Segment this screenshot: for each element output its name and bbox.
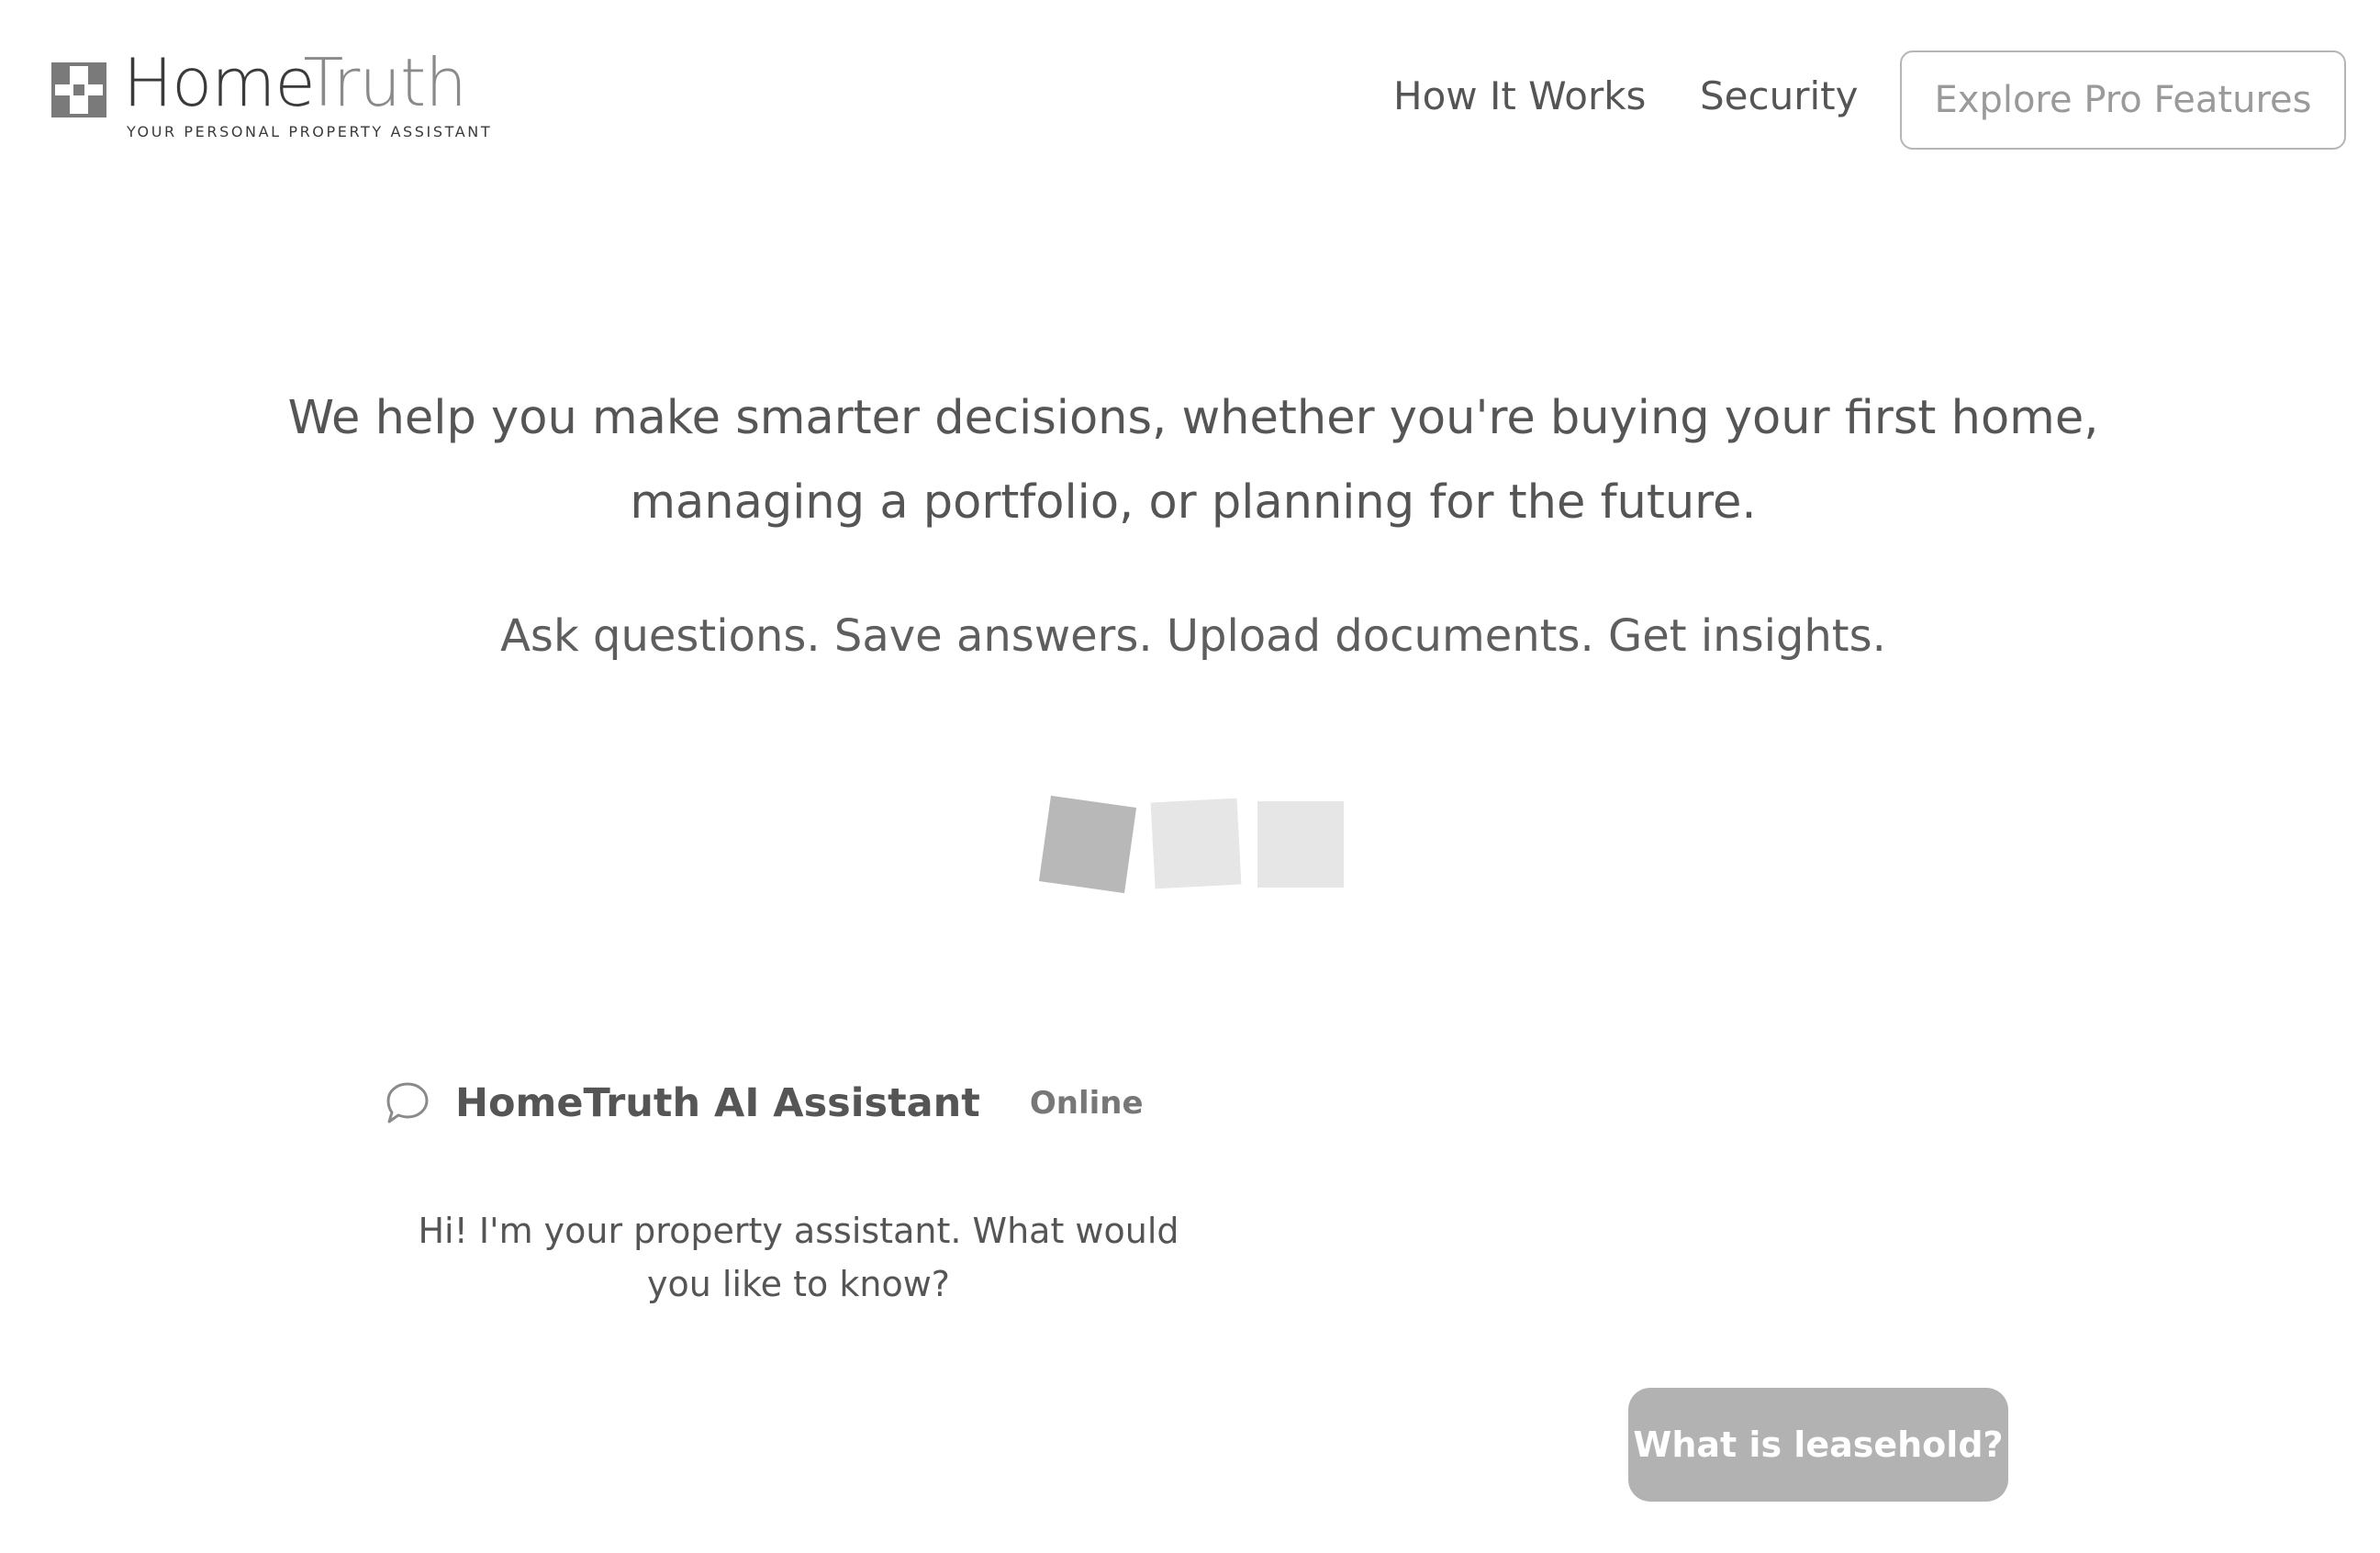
chat-status-badge: Online (1029, 1085, 1144, 1122)
hero-subline: Ask questions. Save answers. Upload docu… (500, 610, 1886, 662)
loader-square (1150, 798, 1242, 889)
speech-bubble-icon (386, 1082, 429, 1123)
brand-wordmark: HomeTruth (123, 50, 467, 116)
house-grid-logo-icon (51, 62, 106, 117)
chat-title: HomeTruth AI Assistant (455, 1080, 980, 1126)
brand-name-truth: Truth (303, 44, 466, 121)
loader-square-active (1038, 795, 1137, 894)
chat-header: HomeTruth AI Assistant Online (384, 1076, 1144, 1131)
loader-square (1257, 801, 1344, 888)
brand-logo[interactable]: HomeTruth YOUR PERSONAL PROPERTY ASSISTA… (51, 50, 490, 147)
explore-pro-features-button[interactable]: Explore Pro Features (1900, 50, 2346, 150)
nav-security[interactable]: Security (1700, 77, 1858, 116)
nav-how-it-works[interactable]: How It Works (1393, 77, 1646, 116)
brand-tagline: YOUR PERSONAL PROPERTY ASSISTANT (127, 123, 493, 140)
brand-name-home: Home (123, 44, 304, 121)
page: HomeTruth YOUR PERSONAL PROPERTY ASSISTA… (0, 0, 2380, 1553)
user-message-bubble[interactable]: What is leasehold? (1628, 1388, 2008, 1502)
hero-headline: We help you make smarter decisions, whet… (287, 391, 2099, 530)
assistant-message: Hi! I'm your property assistant. What wo… (418, 1211, 1179, 1304)
